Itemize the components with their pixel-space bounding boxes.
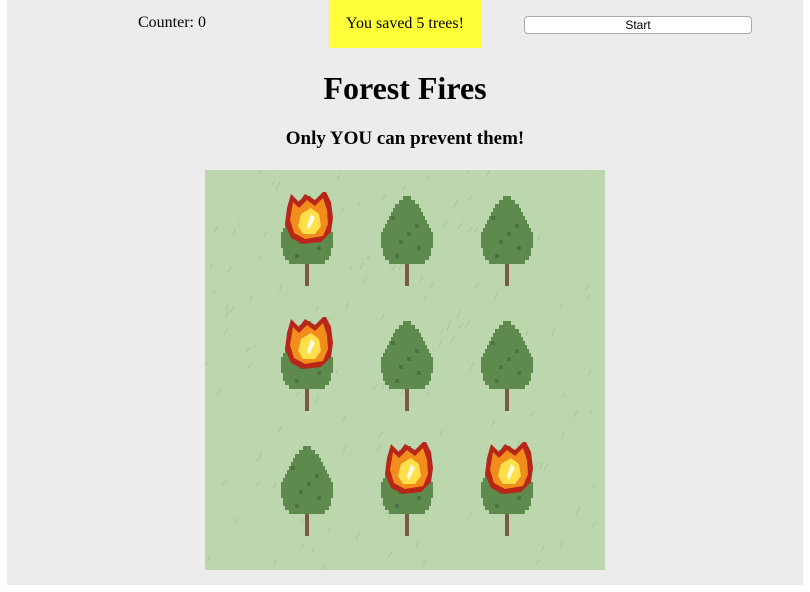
fire-icon bbox=[285, 192, 333, 244]
tree-icon bbox=[481, 196, 533, 286]
tree-icon bbox=[281, 446, 333, 536]
fire-icon bbox=[385, 442, 433, 494]
tree-cell[interactable] bbox=[477, 192, 577, 317]
tree-icon bbox=[481, 321, 533, 411]
status-message: You saved 5 trees! bbox=[329, 0, 481, 48]
fire-icon bbox=[485, 442, 533, 494]
tree-cell[interactable] bbox=[377, 317, 477, 442]
burning-tree-cell[interactable] bbox=[277, 317, 377, 442]
page-subtitle: Only YOU can prevent them! bbox=[285, 128, 525, 149]
burning-tree-cell[interactable] bbox=[277, 192, 377, 317]
tree-cell[interactable] bbox=[277, 442, 377, 567]
tree-cell[interactable] bbox=[477, 317, 577, 442]
burning-tree-cell[interactable] bbox=[377, 442, 477, 567]
burning-tree-cell[interactable] bbox=[477, 442, 577, 567]
tree-icon bbox=[381, 196, 433, 286]
tree-cell[interactable] bbox=[377, 192, 477, 317]
forest-board bbox=[205, 170, 605, 570]
tree-icon bbox=[381, 321, 433, 411]
start-button[interactable]: Start bbox=[524, 16, 752, 34]
counter-display: Counter: 0 bbox=[138, 14, 206, 31]
fire-icon bbox=[285, 317, 333, 369]
page-title: Forest Fires bbox=[323, 70, 487, 106]
